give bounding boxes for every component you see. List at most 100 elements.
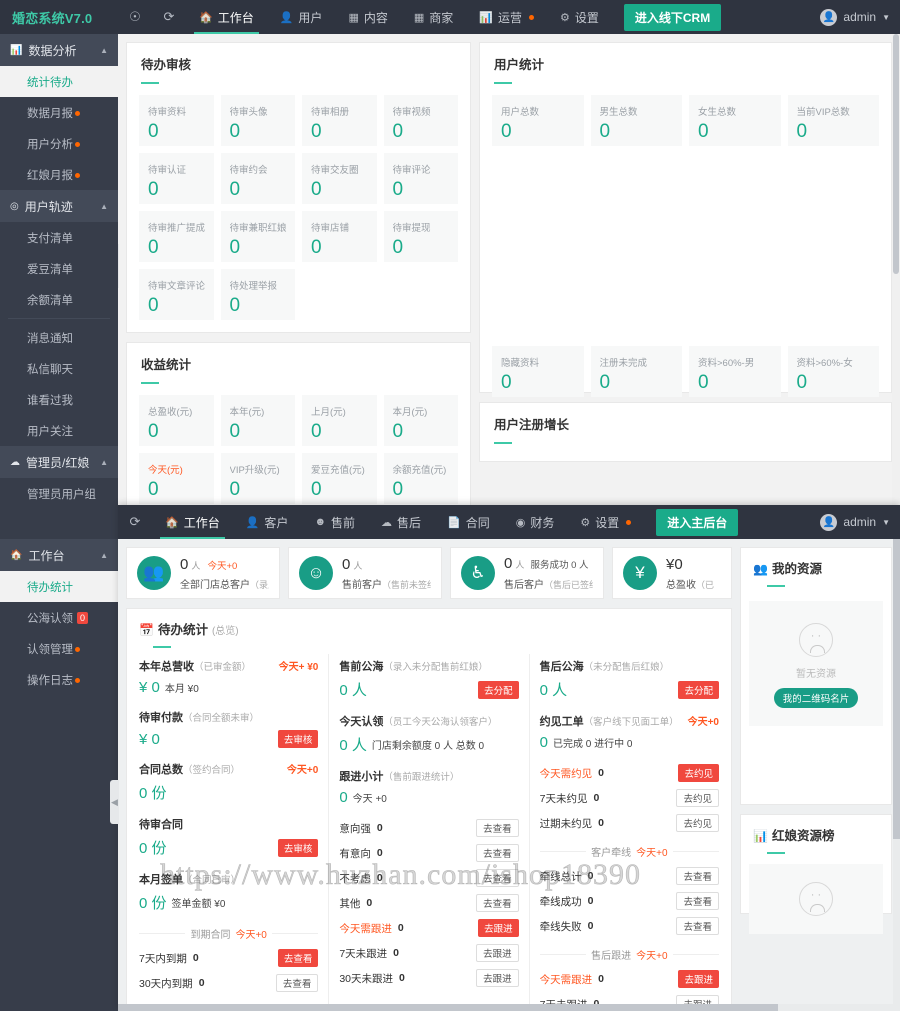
refresh-icon[interactable]: ⟳ (118, 505, 152, 539)
sidebar-item-matchmaker-monthly[interactable]: 红娘月报 (0, 159, 118, 190)
user-menu[interactable]: 👤 admin ▼ (820, 0, 890, 34)
stat-tile[interactable]: 待审评论 0 (383, 153, 458, 204)
review-button[interactable]: 去审核 (277, 730, 319, 748)
sidebar-item-statistics-todo[interactable]: 统计待办 (0, 66, 118, 97)
crm-sidebar-item-public-claim[interactable]: 公海认领 0 (0, 602, 118, 633)
row-button[interactable]: 去约见 (676, 814, 719, 832)
stat-tile[interactable]: VIP升级(元) 0 (220, 453, 295, 504)
stat-tile[interactable]: 待审推广提成 0 (139, 211, 214, 262)
crm-tab-workbench[interactable]: 🏠 工作台 (152, 505, 233, 539)
sidebar-group-data-analysis[interactable]: 📊 数据分析 ▲ (0, 34, 118, 66)
stat-card-total-customers[interactable]: 👥 0 人 今天+0 全部门店总客户（录入/认领） (126, 547, 280, 599)
crm-sidebar-item-operation-log[interactable]: 操作日志 (0, 664, 118, 695)
crm-tab-presale[interactable]: ☻ 售前 (301, 505, 368, 539)
row-button[interactable]: 去跟进 (476, 969, 519, 987)
sidebar-item-user-follow[interactable]: 用户关注 (0, 415, 118, 446)
row-button[interactable]: 去约见 (678, 764, 719, 782)
row-button[interactable]: 去查看 (476, 869, 519, 887)
sidebar-collapse-handle[interactable]: ◀ (118, 244, 119, 288)
row-button[interactable]: 去查看 (676, 917, 719, 935)
tab-workbench[interactable]: 🏠 工作台 (186, 0, 267, 34)
sidebar-item-balance-list[interactable]: 余额清单 (0, 284, 118, 315)
stat-tile[interactable]: 上月(元) 0 (302, 395, 377, 446)
sidebar-item-message-notice[interactable]: 消息通知 (0, 322, 118, 353)
stat-tile[interactable]: 待审资料 0 (139, 95, 214, 146)
stat-tile[interactable]: 待审兼职红娘 0 (220, 211, 295, 262)
tab-content[interactable]: ▦ 内容 (335, 0, 400, 34)
stat-tile[interactable]: 资料>60%-男 0 (689, 346, 781, 397)
crm-tab-aftersale[interactable]: ☁ 售后 (368, 505, 434, 539)
sidebar-item-data-monthly[interactable]: 数据月报 (0, 97, 118, 128)
crm-sidebar-item-todo-stats[interactable]: 待办统计 (0, 571, 118, 602)
stat-tile[interactable]: 待审约会 0 (220, 153, 295, 204)
crm-vertical-scrollbar[interactable] (893, 539, 900, 1011)
stat-tile[interactable]: 隐藏资料 0 (492, 346, 584, 397)
scrollbar-thumb[interactable] (893, 539, 900, 839)
tab-merchant[interactable]: ▦ 商家 (401, 0, 466, 34)
enter-crm-button[interactable]: 进入线下CRM (623, 3, 722, 31)
stat-tile[interactable]: 今天(元) 0 (139, 453, 214, 504)
crm-tab-finance[interactable]: ◉ 财务 (503, 505, 568, 539)
assign-button[interactable]: 去分配 (478, 680, 519, 699)
row-button[interactable]: 去跟进 (476, 944, 519, 962)
sidebar-group-admin-matchmaker[interactable]: ☁ 管理员/红娘 ▲ (0, 446, 118, 478)
row-button[interactable]: 去查看 (676, 892, 719, 910)
crm-tab-customer[interactable]: 👤 客户 (233, 505, 302, 539)
stat-tile[interactable]: 资料>60%-女 0 (787, 346, 879, 397)
stat-tile[interactable]: 待审店铺 0 (302, 211, 377, 262)
stat-tile[interactable]: 待审头像 0 (220, 95, 295, 146)
sidebar-item-admin-group[interactable]: 管理员用户组 (0, 478, 118, 505)
stat-tile[interactable]: 待审交友圈 0 (302, 153, 377, 204)
stat-tile[interactable]: 本月(元) 0 (383, 395, 458, 446)
stat-tile[interactable]: 待审文章评论 0 (139, 269, 214, 320)
qr-card-button[interactable]: 我的二维码名片 (773, 688, 859, 708)
row-button[interactable]: 去查看 (476, 844, 519, 862)
assign-button[interactable]: 去分配 (678, 680, 719, 699)
main-vertical-scrollbar[interactable] (892, 34, 900, 505)
stat-card-aftersale-customers[interactable]: ♿ 0 人 服务成功 0 人 查看 售后客户（售后已签约客户） (450, 547, 604, 599)
stat-card-presale-customers[interactable]: ☺ 0 人 售前客户（售前未签约客户） (288, 547, 442, 599)
row-button[interactable]: 去查看 (275, 974, 319, 992)
crm-user-menu[interactable]: 👤 admin ▼ (820, 505, 890, 539)
stat-tile[interactable]: 女生总数 0 (689, 95, 781, 146)
row-button[interactable]: 去跟进 (678, 970, 719, 988)
crm-tab-contract[interactable]: 📄 合同 (434, 505, 503, 539)
stat-tile[interactable]: 用户总数 0 (492, 95, 584, 146)
stat-card-total-revenue[interactable]: ¥ ¥0 总盈收（已 (612, 547, 732, 599)
stat-tile[interactable]: 本年(元) 0 (220, 395, 295, 446)
stat-tile[interactable]: 爱豆充值(元) 0 (302, 453, 377, 504)
row-button[interactable]: 去跟进 (478, 919, 519, 937)
stat-tile[interactable]: 待审提现 0 (383, 211, 458, 262)
stat-tile[interactable]: 总盈收(元) 0 (139, 395, 214, 446)
stat-tile[interactable]: 待审相册 0 (302, 95, 377, 146)
crm-sidebar-item-claim-manage[interactable]: 认领管理 (0, 633, 118, 664)
globe-icon[interactable]: ☉ (118, 0, 152, 34)
refresh-icon[interactable]: ⟳ (152, 0, 186, 34)
crm-horizontal-scrollbar[interactable] (118, 1004, 900, 1011)
stat-tile[interactable]: 待审视频 0 (383, 95, 458, 146)
stat-tile[interactable]: 注册未完成 0 (590, 346, 682, 397)
row-button[interactable]: 去查看 (277, 949, 319, 967)
crm-sidebar-group-workbench[interactable]: 🏠 工作台 ▲ (0, 539, 118, 571)
row-button[interactable]: 去查看 (476, 819, 519, 837)
crm-sidebar-collapse-handle[interactable]: ◀ (110, 780, 119, 824)
scrollbar-thumb[interactable] (118, 1004, 778, 1011)
sidebar-item-payment-list[interactable]: 支付清单 (0, 222, 118, 253)
scrollbar-thumb[interactable] (893, 34, 899, 274)
stat-tile[interactable]: 男生总数 0 (590, 95, 682, 146)
sidebar-item-who-viewed-me[interactable]: 谁看过我 (0, 384, 118, 415)
sidebar-item-private-chat[interactable]: 私信聊天 (0, 353, 118, 384)
tab-users[interactable]: 👤 用户 (267, 0, 336, 34)
tab-operations[interactable]: 📊 运营 (466, 0, 547, 34)
stat-tile[interactable]: 待处理举报 0 (220, 269, 295, 320)
review-button[interactable]: 去审核 (277, 838, 319, 857)
row-button[interactable]: 去查看 (676, 867, 719, 885)
sidebar-item-bean-list[interactable]: 爱豆清单 (0, 253, 118, 284)
stat-tile[interactable]: 当前VIP总数 0 (787, 95, 879, 146)
row-button[interactable]: 去查看 (476, 894, 519, 912)
sidebar-group-user-trace[interactable]: ◎ 用户轨迹 ▲ (0, 190, 118, 222)
stat-tile[interactable]: 余额充值(元) 0 (383, 453, 458, 504)
tab-settings[interactable]: ⚙ 设置 (547, 0, 612, 34)
enter-main-backend-button[interactable]: 进入主后台 (656, 508, 739, 536)
sidebar-item-user-analysis[interactable]: 用户分析 (0, 128, 118, 159)
